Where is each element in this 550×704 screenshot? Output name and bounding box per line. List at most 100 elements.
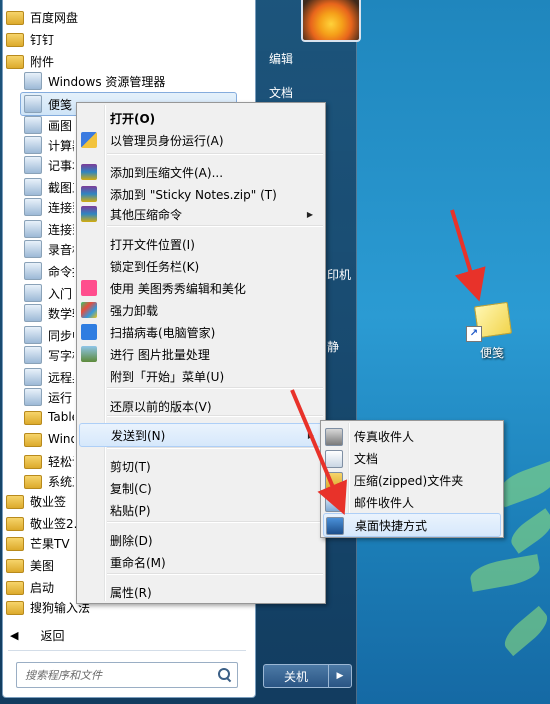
menu-item-label: 使用 美图秀秀编辑和美化 [110,281,246,296]
folder-icon [6,559,24,573]
context-menu-item[interactable]: 删除(D) [79,529,321,551]
search-input[interactable] [23,667,217,683]
program-label: 画图 [48,118,73,133]
program-item[interactable]: 附件 [6,50,244,72]
program-item[interactable]: 连接到投影仪 [24,196,74,218]
desktop-shortcut-sticky-notes[interactable]: ↗ 便笺 [462,294,522,366]
send-to-item[interactable]: 压缩(zipped)文件夹 [323,469,499,491]
context-menu-item[interactable]: 其他压缩命令 ▶ [79,203,321,225]
context-menu-item[interactable]: 以管理员身份运行(A) [79,129,321,151]
program-item[interactable]: Windows PowerShell [24,428,74,450]
program-item[interactable]: 连接到网络投影仪 [24,218,74,240]
context-menu-item[interactable]: 复制(C) [79,477,321,499]
program-item[interactable]: 入门 [24,282,74,304]
desktop-icon [326,517,344,535]
program-label: Windows PowerShell [48,432,74,446]
right-item-documents[interactable]: 文档 [269,84,293,101]
send-to-label: 桌面快捷方式 [355,518,428,533]
program-item[interactable]: Tablet PC [24,406,74,428]
context-menu-item[interactable]: 发送到(N) ▶ [79,423,323,447]
program-label: 便笺 [48,97,73,112]
menu-separator [107,573,323,575]
context-menu-item[interactable]: 进行 图片批量处理 [79,343,321,365]
context-menu-item[interactable]: 属性(R) [79,581,321,603]
program-item[interactable]: 记事本 [24,154,74,176]
program-item[interactable]: 同步中心 [24,324,74,346]
send-to-item[interactable]: 文档 [323,447,499,469]
program-item[interactable]: 截图工具 [24,176,74,198]
menu-item-label: 打开(O) [110,111,156,126]
calculator-icon [24,136,42,154]
program-label: 截图工具 [48,180,74,195]
context-menu-item[interactable]: 粘贴(P) [79,499,321,521]
send-to-item[interactable]: 传真收件人 [323,425,499,447]
context-menu-item[interactable]: 添加到压缩文件(A)... [79,161,321,183]
context-menu-item[interactable]: 附到「开始」菜单(U) [79,365,321,387]
submenu-arrow-icon: ▶ [307,430,314,440]
program-label: 启动 [30,580,55,595]
program-label: 同步中心 [48,328,74,343]
shutdown-button[interactable]: 关机 [263,664,329,688]
microphone-icon [24,240,42,258]
search-box[interactable] [16,662,238,688]
context-menu-item[interactable]: 强力卸载 [79,299,321,321]
program-item[interactable]: 系统工具 [24,470,74,492]
program-item[interactable]: 写字板 [24,344,74,366]
winrar-icon [81,206,97,222]
folder-icon [6,601,24,615]
right-item-edit[interactable]: 编辑 [269,50,293,67]
folder-icon [24,433,42,447]
submenu-arrow-icon: ▶ [306,209,313,219]
fax-icon [325,428,343,446]
context-menu-item[interactable]: 重命名(M) [79,551,321,573]
program-item[interactable]: 远程桌面连接 [24,366,74,388]
program-item[interactable]: 运行 [24,386,74,408]
program-label: 连接到投影仪 [48,200,74,215]
projector-icon [24,198,42,216]
context-menu-item[interactable]: 打开文件位置(I) [79,233,321,255]
user-avatar[interactable] [301,0,361,42]
desktop-leaf-decoration [506,508,550,554]
right-item-partial[interactable]: 静 [327,338,339,355]
program-item[interactable]: Windows 资源管理器 [24,70,244,92]
back-button[interactable]: ◀ 返回 [10,624,64,646]
program-item[interactable]: 钉钉 [6,28,244,50]
menu-item-label: 以管理员身份运行(A) [110,133,224,148]
program-item[interactable]: 百度网盘 [6,6,244,28]
program-item[interactable]: 录音机 [24,238,74,260]
getting-started-icon [24,284,42,302]
context-menu-item[interactable]: 使用 美图秀秀编辑和美化 [79,277,321,299]
search-icon[interactable] [217,667,233,683]
desktop-leaf-decoration [499,605,550,657]
program-item[interactable]: 轻松访问 [24,450,74,472]
program-label: 轻松访问 [48,454,74,469]
shutdown-options-button[interactable]: ▶ [328,664,352,688]
right-item-printer[interactable]: 印机 [327,266,351,283]
context-menu-item[interactable]: 锁定到任务栏(K) [79,255,321,277]
context-menu-item[interactable]: 添加到 "Sticky Notes.zip" (T) [79,183,321,205]
program-item[interactable]: 画图 [24,114,74,136]
program-item[interactable]: 命令提示符 [24,260,74,282]
send-to-label: 压缩(zipped)文件夹 [354,473,464,488]
sync-center-icon [24,326,42,344]
context-menu-item[interactable]: 剪切(T) [79,455,321,477]
context-menu-item[interactable]: 还原以前的版本(V) [79,395,321,417]
program-item[interactable]: 计算器 [24,134,74,156]
context-menu-item[interactable]: 扫描病毒(电脑管家) [79,321,321,343]
back-arrow-icon: ◀ [10,628,19,642]
explorer-icon [24,72,42,90]
program-label: 百度网盘 [30,10,79,25]
run-icon [24,388,42,406]
send-to-label: 传真收件人 [354,429,415,444]
program-label: 记事本 [48,158,74,173]
network-projector-icon [24,220,42,238]
context-menu-item[interactable]: 打开(O) [79,107,321,129]
program-label: 钉钉 [30,32,55,47]
notepad-icon [24,156,42,174]
paint-icon [24,116,42,134]
send-to-item[interactable]: 邮件收件人 [323,491,499,513]
send-to-item[interactable]: 桌面快捷方式 [323,513,501,537]
program-item[interactable]: 数学输入面板 [24,302,74,324]
menu-item-label: 扫描病毒(电脑管家) [110,325,216,340]
shortcut-arrow-icon: ↗ [466,326,482,342]
